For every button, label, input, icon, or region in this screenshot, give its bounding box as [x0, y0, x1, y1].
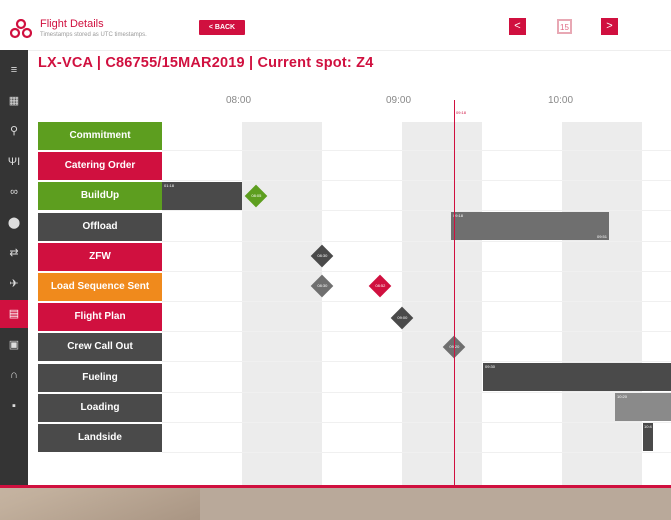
loading-bar[interactable]: 10:20 — [615, 393, 671, 421]
milestone-time: 08:30 — [317, 253, 328, 259]
transfer-icon[interactable]: ⇄ — [0, 239, 28, 267]
row-divider — [162, 421, 671, 423]
row-label[interactable]: Loading — [38, 393, 162, 422]
hour-label: 09:00 — [386, 95, 412, 106]
screen: Flight Details Timestamps stored as UTC … — [0, 0, 671, 488]
bar-start-time: 01:18 — [164, 183, 175, 188]
header: Flight Details Timestamps stored as UTC … — [0, 0, 671, 51]
offload-bar[interactable]: 09:18 09:51 — [451, 212, 609, 240]
bar-end-time: 09:51 — [596, 234, 607, 239]
hour-label: 10:00 — [548, 95, 574, 106]
row-divider — [162, 452, 671, 453]
current-time-label: 09:18 — [456, 110, 467, 115]
link-icon[interactable]: ∞ — [0, 178, 28, 206]
row-divider — [162, 240, 671, 242]
logo-icon — [10, 19, 32, 39]
more-icon[interactable]: ▪ — [0, 392, 28, 420]
catering-icon[interactable]: ΨΙ — [0, 148, 28, 176]
row-label[interactable]: Load Sequence Sent — [38, 273, 162, 301]
row-divider — [162, 391, 671, 393]
bar-start-time: 10:20 — [617, 394, 628, 399]
milestone-time: 08:30 — [317, 283, 328, 289]
row-divider — [162, 331, 671, 333]
hour-band — [562, 122, 642, 485]
search-icon[interactable]: ⚲ — [0, 117, 28, 145]
row-label[interactable]: Commitment — [38, 122, 162, 150]
milestone-time: 08:05 — [251, 193, 262, 199]
row-label[interactable]: Catering Order — [38, 152, 162, 181]
hour-label: 08:00 — [226, 95, 252, 106]
row-label[interactable]: Flight Plan — [38, 303, 162, 332]
sidebar: ≡ ▦ ⚲ ΨΙ ∞ ⬤ ⇄ ✈ ▤ ▣ ∩ ▪ — [0, 50, 28, 485]
row-divider — [162, 270, 671, 272]
milestone-time: 08:52 — [375, 283, 386, 289]
page-title: LX-VCA | C86755/15MAR2019 | Current spot… — [38, 55, 374, 71]
prev-day-button[interactable]: < — [509, 18, 526, 35]
next-day-button[interactable]: > — [601, 18, 618, 35]
landside-bar[interactable]: 10:4 — [643, 423, 653, 451]
row-label[interactable]: Landside — [38, 424, 162, 452]
back-button[interactable]: < BACK — [199, 20, 245, 35]
headset-icon[interactable]: ∩ — [0, 361, 28, 389]
buildup-bar[interactable]: 01:18 — [162, 182, 242, 210]
milestone-time: 09:00 — [397, 315, 408, 321]
row-divider — [162, 301, 671, 302]
timestamp-note: Timestamps stored as UTC timestamps. — [40, 32, 147, 38]
row-label[interactable]: Fueling — [38, 363, 162, 392]
bar-start-time: 09:30 — [485, 364, 496, 369]
dashboard-icon[interactable]: ▦ — [0, 87, 28, 115]
hour-band — [242, 122, 322, 485]
bar-start-time: 10:4 — [644, 424, 652, 429]
hour-band — [402, 122, 482, 485]
row-label[interactable]: BuildUp — [38, 182, 162, 211]
app-window: Flight Details Timestamps stored as UTC … — [0, 0, 671, 499]
row-label[interactable]: Offload — [38, 212, 162, 241]
aircraft-icon[interactable]: ✈ — [0, 270, 28, 298]
row-label[interactable]: Crew Call Out — [38, 333, 162, 362]
row-divider — [162, 150, 671, 151]
load-sequence-milestone[interactable]: 08:52 — [368, 274, 392, 298]
row-label[interactable]: ZFW — [38, 242, 162, 271]
location-pin-icon[interactable]: ⬤ — [0, 209, 28, 237]
app-title: Flight Details — [40, 18, 104, 30]
menu-icon[interactable]: ≡ — [0, 56, 28, 84]
fueling-bar[interactable]: 09:30 — [483, 363, 671, 391]
bus-icon[interactable]: ▣ — [0, 331, 28, 359]
current-time-line — [454, 100, 455, 485]
calendar-icon[interactable]: 15 — [557, 19, 572, 34]
calendar-icon[interactable]: ▤ — [0, 300, 28, 328]
